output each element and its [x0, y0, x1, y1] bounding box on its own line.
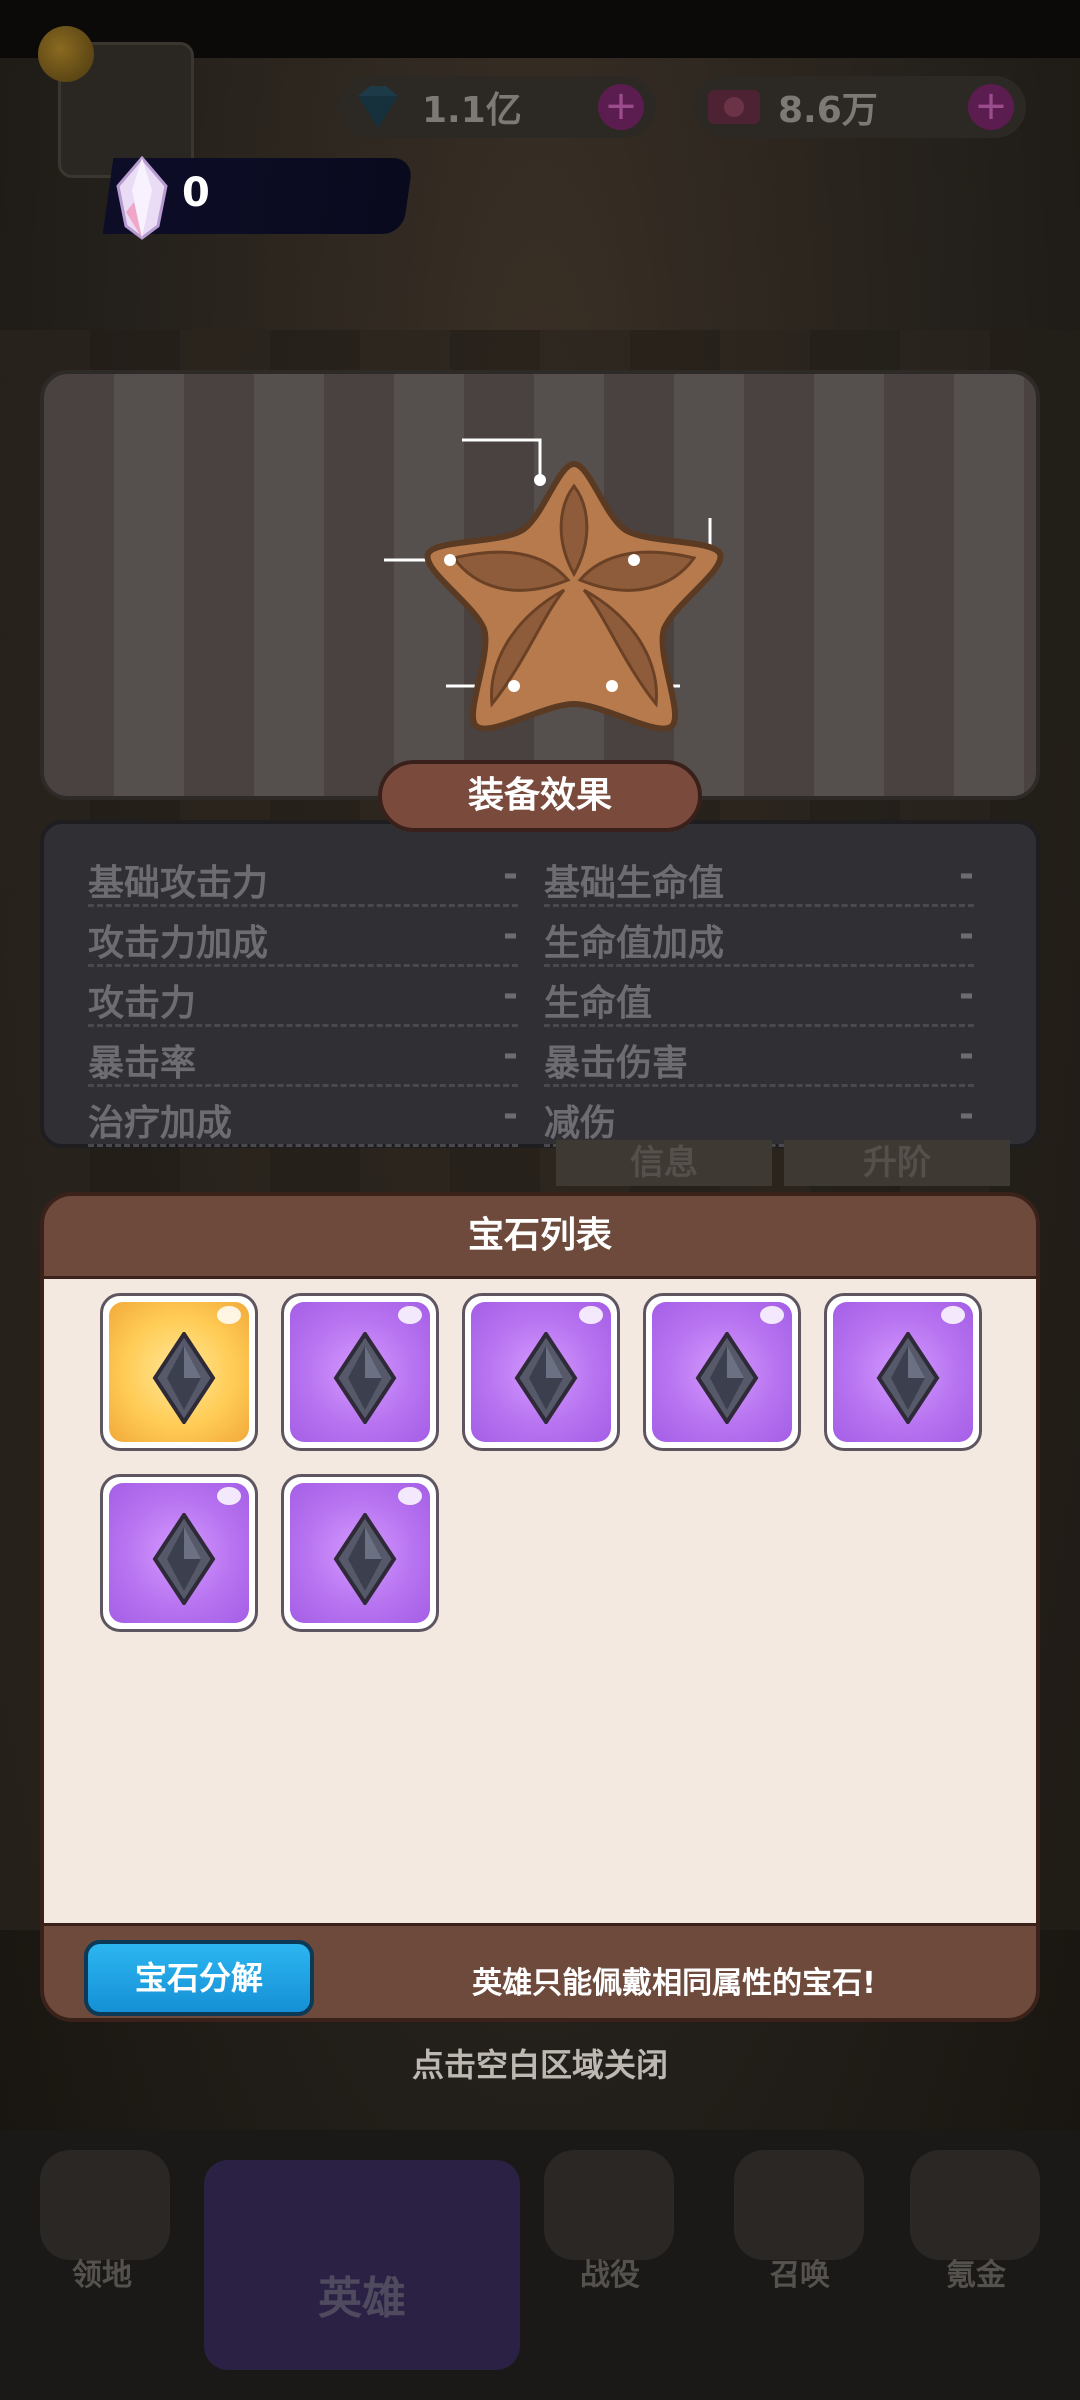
level-badge [38, 26, 94, 82]
gem-grid [44, 1276, 1036, 1926]
diamond-icon [358, 86, 398, 128]
stat-row: 基础生命值 - [544, 848, 974, 907]
nav-hero-label: 英雄 [318, 2273, 406, 2324]
summon-icon [734, 2150, 864, 2260]
gem-list-panel: 宝石列表 宝石分解 英雄只能佩戴相同属性的宝石! [40, 1192, 1040, 2022]
gem-icon [876, 1332, 940, 1424]
stat-row: 基础攻击力 - [88, 848, 518, 907]
equip-effect-title: 装备效果 [378, 760, 702, 832]
stat-value: - [503, 914, 518, 955]
stat-label: 攻击力 [88, 983, 197, 1024]
coupon-amount: 8.6万 [778, 90, 878, 131]
gem-icon [152, 1513, 216, 1605]
stat-label: 减伤 [544, 1103, 617, 1144]
gem-slot-purple[interactable] [281, 1293, 439, 1451]
background-tabs: 信息 升阶 [556, 1140, 1010, 1186]
gem-slot-purple[interactable] [100, 1474, 258, 1632]
gem-slot-purple[interactable] [281, 1474, 439, 1632]
crystal-icon [116, 156, 168, 240]
tab-info: 信息 [556, 1140, 772, 1186]
gem-slot-purple[interactable] [462, 1293, 620, 1451]
stat-label: 暴击伤害 [544, 1043, 689, 1084]
stat-value: - [959, 1034, 974, 1075]
nav-recharge[interactable]: 氪金 [896, 2250, 1056, 2294]
coupon-counter: 8.6万 + [694, 76, 1026, 138]
stat-label: 生命值 [544, 983, 653, 1024]
gem-socket-panel [40, 370, 1040, 800]
diamond-amount: 1.1亿 [422, 90, 522, 131]
stat-value: - [503, 854, 518, 895]
stat-row: 暴击率 - [88, 1028, 518, 1087]
ticket-icon [708, 90, 760, 124]
stat-label: 暴击率 [88, 1043, 197, 1084]
bottom-nav: 领地 英雄 战役 召唤 氪金 [0, 2130, 1080, 2400]
stat-row: 暴击伤害 - [544, 1028, 974, 1087]
equip-stats-panel: 基础攻击力 - 基础生命值 - 攻击力加成 - 生命值加成 - 攻击力 - 生命… [40, 820, 1040, 1148]
stat-row: 攻击力 - [88, 968, 518, 1027]
stat-value: - [959, 914, 974, 955]
gem-list-title: 宝石列表 [467, 1215, 612, 1256]
add-coupons-button[interactable]: + [968, 84, 1014, 130]
stat-value: - [959, 854, 974, 895]
gem-icon [514, 1332, 578, 1424]
stat-label: 生命值加成 [544, 923, 725, 964]
nav-summon[interactable]: 召唤 [720, 2250, 880, 2294]
treasure-chest-icon [910, 2150, 1040, 2260]
stat-row: 减伤 - [544, 1088, 974, 1147]
stat-label: 基础生命值 [544, 863, 725, 904]
stat-row: 生命值 - [544, 968, 974, 1027]
gem-currency-amount: 0 [182, 170, 210, 216]
nav-territory[interactable]: 领地 [22, 2250, 182, 2294]
gem-attribute-hint: 英雄只能佩戴相同属性的宝石! [472, 1966, 876, 2001]
stat-label: 基础攻击力 [88, 863, 269, 904]
tab-ascend: 升阶 [784, 1140, 1010, 1186]
stat-row: 生命值加成 - [544, 908, 974, 967]
stat-label: 攻击力加成 [88, 923, 269, 964]
stat-row: 攻击力加成 - [88, 908, 518, 967]
gem-icon [333, 1513, 397, 1605]
stat-value: - [959, 1094, 974, 1135]
stat-value: - [959, 974, 974, 1015]
stat-value: - [503, 1034, 518, 1075]
diamond-counter: 1.1亿 + [338, 76, 656, 138]
stat-value: - [503, 1094, 518, 1135]
gem-decompose-button[interactable]: 宝石分解 [84, 1940, 314, 2016]
gem-icon [152, 1332, 216, 1424]
gem-slot-purple[interactable] [643, 1293, 801, 1451]
chick-icon [544, 2150, 674, 2260]
stat-label: 治疗加成 [88, 1103, 233, 1144]
nav-battle[interactable]: 战役 [530, 2250, 690, 2294]
gem-slot-purple[interactable] [824, 1293, 982, 1451]
gem-icon [333, 1332, 397, 1424]
gem-icon [695, 1332, 759, 1424]
star-socket [384, 438, 724, 732]
gem-slot-gold[interactable] [100, 1293, 258, 1451]
tap-to-close-hint[interactable]: 点击空白区域关闭 [0, 2040, 1080, 2086]
add-diamonds-button[interactable]: + [598, 84, 644, 130]
castle-icon [40, 2150, 170, 2260]
stat-row: 治疗加成 - [88, 1088, 518, 1147]
stat-value: - [503, 974, 518, 1015]
